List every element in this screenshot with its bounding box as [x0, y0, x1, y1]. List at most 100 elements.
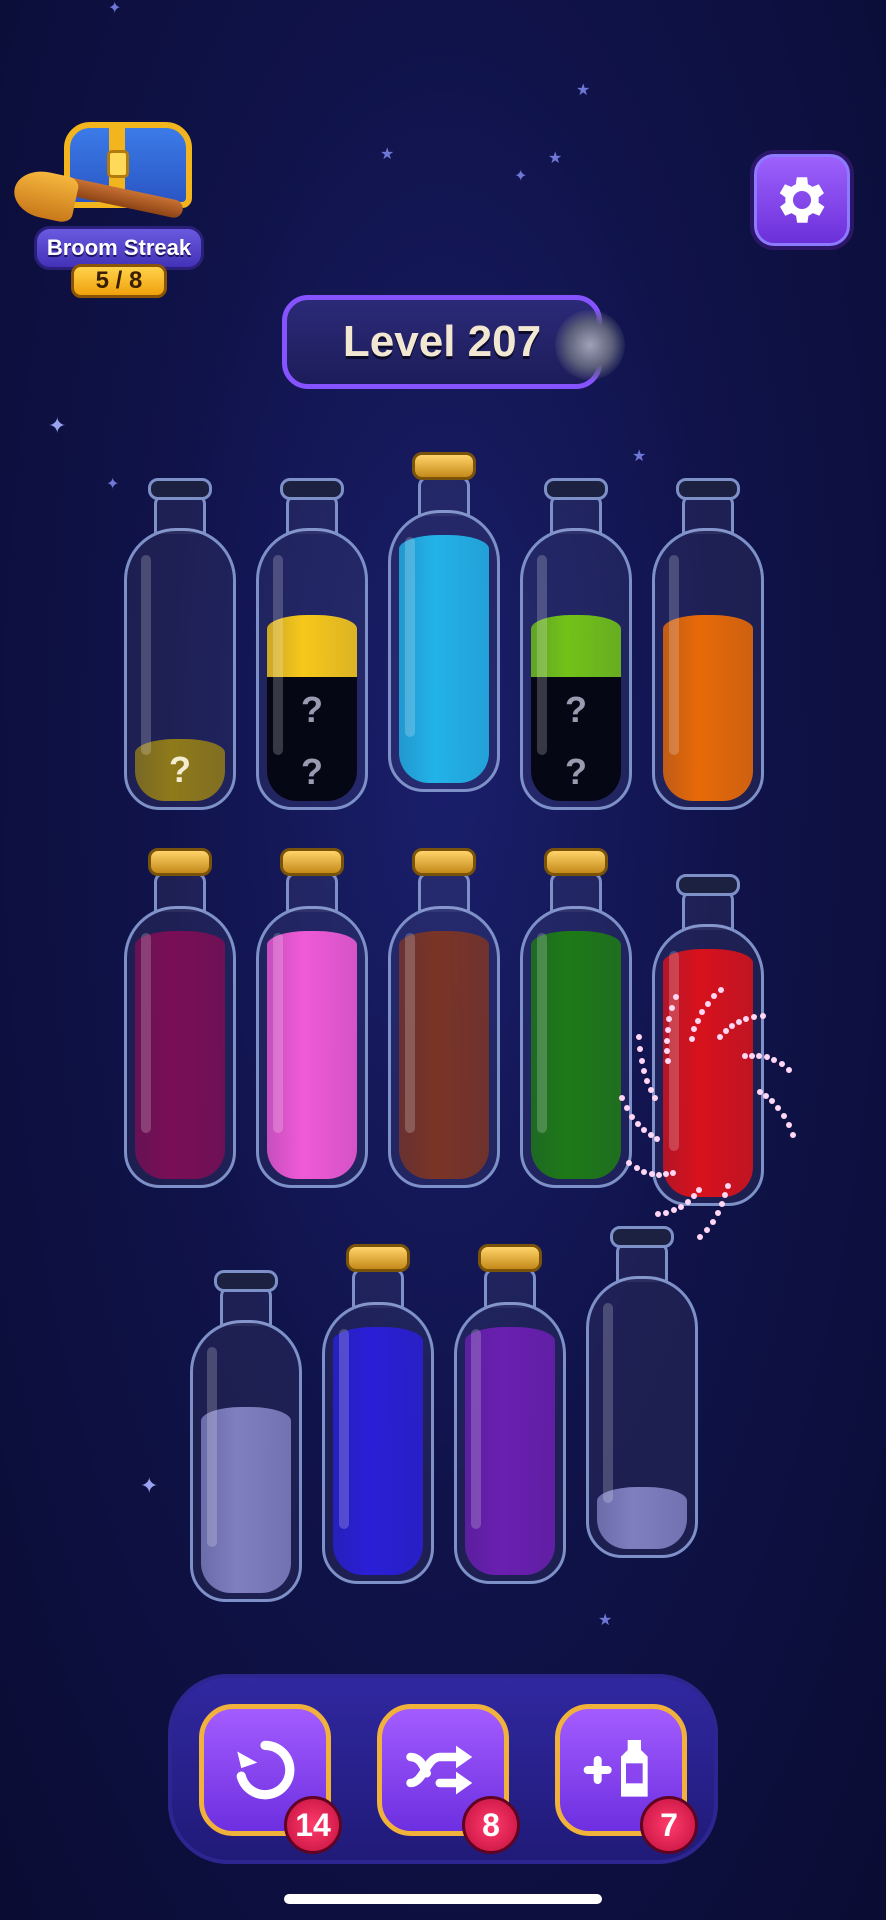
- bottle[interactable]: [322, 1244, 434, 1584]
- home-indicator[interactable]: [284, 1894, 602, 1904]
- cork-icon: [412, 848, 476, 876]
- sparkle: [665, 1027, 671, 1033]
- bottle-glass: [322, 1302, 434, 1584]
- bottle-rim: [280, 478, 344, 500]
- sparkle: [763, 1093, 769, 1099]
- sparkle: [786, 1067, 792, 1073]
- sparkle: [635, 1121, 641, 1127]
- lock-icon: [107, 150, 129, 178]
- sparkle: [626, 1160, 632, 1166]
- undo-icon: [236, 1740, 295, 1800]
- star-icon: ★: [598, 1610, 613, 1629]
- broom-streak-widget[interactable]: Broom Streak 5 / 8: [9, 118, 210, 298]
- bottle[interactable]: [454, 1244, 566, 1584]
- sparkle: [736, 1019, 742, 1025]
- cork-icon: [280, 848, 344, 876]
- sparkle: [743, 1016, 749, 1022]
- bottle[interactable]: [388, 452, 500, 792]
- star-icon: ★: [380, 144, 395, 163]
- bottle[interactable]: ?: [124, 470, 236, 810]
- star-icon: ★: [548, 148, 563, 167]
- undo-count-badge: 14: [284, 1796, 342, 1854]
- shuffle-count-badge: 8: [462, 1796, 520, 1854]
- sparkle: [641, 1068, 647, 1074]
- bottle-rim: [610, 1226, 674, 1248]
- bottle[interactable]: [652, 470, 764, 810]
- bottle-glass: ??: [520, 528, 632, 810]
- bottle[interactable]: [124, 848, 236, 1188]
- bottle-glass: [388, 906, 500, 1188]
- star-icon: ✦: [48, 414, 67, 439]
- bottle[interactable]: [520, 848, 632, 1188]
- sparkle: [756, 1053, 762, 1059]
- bottle-rim: [676, 478, 740, 500]
- bottle[interactable]: [190, 1262, 302, 1602]
- sparkle: [764, 1054, 770, 1060]
- sparkle: [696, 1187, 702, 1193]
- sparkle: [769, 1098, 775, 1104]
- touch-indicator: [555, 310, 625, 380]
- sparkle: [790, 1132, 796, 1138]
- star-icon: ★: [632, 446, 647, 465]
- bottle[interactable]: ??: [256, 470, 368, 810]
- cork-icon: [346, 1244, 410, 1272]
- bottle[interactable]: ??: [520, 470, 632, 810]
- cork-icon: [478, 1244, 542, 1272]
- sparkle: [749, 1053, 755, 1059]
- sparkle: [619, 1095, 625, 1101]
- bottle-glass: [520, 906, 632, 1188]
- sparkle: [705, 1001, 711, 1007]
- sparkle: [719, 1201, 725, 1207]
- sparkle: [637, 1046, 643, 1052]
- cork-icon: [412, 452, 476, 480]
- bottle-glass: [256, 906, 368, 1188]
- sparkle: [670, 1170, 676, 1176]
- sparkle: [671, 1207, 677, 1213]
- bottle-glass: [454, 1302, 566, 1584]
- bottle-glass: [586, 1276, 698, 1558]
- bottle[interactable]: [652, 866, 764, 1206]
- sparkle: [654, 1136, 660, 1142]
- add-bottle-count-badge: 7: [640, 1796, 698, 1854]
- sparkle: [689, 1036, 695, 1042]
- sparkle: [757, 1089, 763, 1095]
- star-icon: ✦: [108, 0, 122, 17]
- bottle-glass: ?: [124, 528, 236, 810]
- sparkle: [673, 994, 679, 1000]
- sparkle: [710, 1219, 716, 1225]
- sparkle: [729, 1023, 735, 1029]
- sparkle: [663, 1171, 669, 1177]
- sparkle: [711, 993, 717, 999]
- sparkle: [699, 1009, 705, 1015]
- sparkle: [722, 1192, 728, 1198]
- sparkle: [644, 1078, 650, 1084]
- sparkle: [779, 1061, 785, 1067]
- bottle[interactable]: [388, 848, 500, 1188]
- sparkle: [639, 1058, 645, 1064]
- bottle-glass: [388, 510, 500, 792]
- sparkle: [760, 1013, 766, 1019]
- settings-button[interactable]: [750, 150, 854, 250]
- star-icon: ✦: [514, 166, 528, 185]
- bottle-glass: [190, 1320, 302, 1602]
- sparkle: [775, 1105, 781, 1111]
- sparkle: [742, 1053, 748, 1059]
- bottle-glass: ??: [256, 528, 368, 810]
- sparkle: [691, 1026, 697, 1032]
- sparkle: [786, 1122, 792, 1128]
- question-mark-icon: ?: [565, 751, 587, 792]
- sparkle: [664, 1038, 670, 1044]
- bottle[interactable]: [256, 848, 368, 1188]
- sparkle: [634, 1165, 640, 1171]
- add-bottle-icon: [583, 1740, 648, 1797]
- bottle-rim: [676, 874, 740, 896]
- sparkle: [723, 1028, 729, 1034]
- sparkle: [664, 1048, 670, 1054]
- sparkle: [636, 1034, 642, 1040]
- bottle-rim: [214, 1270, 278, 1292]
- sparkle: [718, 987, 724, 993]
- sparkle: [655, 1211, 661, 1217]
- bottle[interactable]: [586, 1218, 698, 1558]
- sparkle: [641, 1169, 647, 1175]
- sparkle: [624, 1105, 630, 1111]
